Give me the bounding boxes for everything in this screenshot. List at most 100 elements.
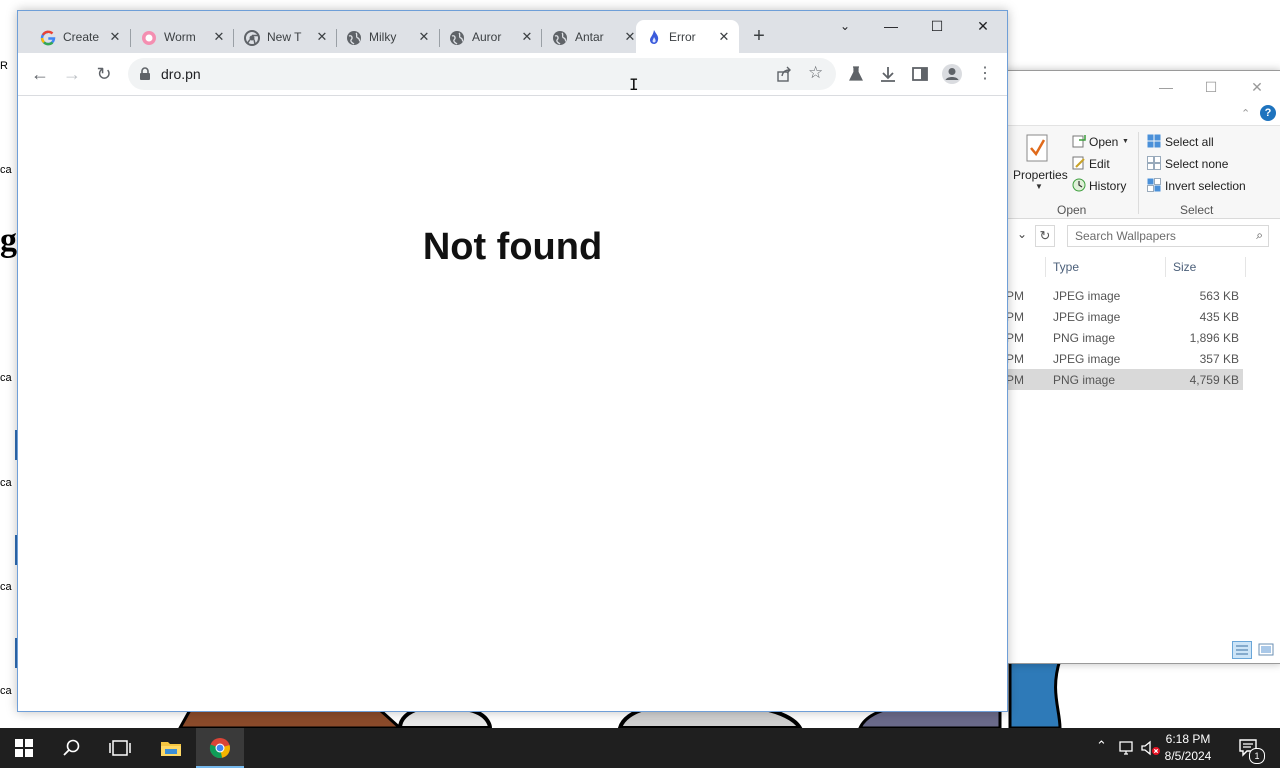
globe-icon [553,31,567,45]
column-divider[interactable] [1245,257,1246,277]
minimize-icon[interactable]: — [868,11,914,41]
file-modified: PM [1006,373,1024,387]
clock-time[interactable]: 6:18 PM [1158,732,1218,746]
tab[interactable]: Milky ✕ [336,21,439,53]
close-icon[interactable]: ✕ [518,28,536,46]
new-tab-button[interactable]: + [748,25,770,47]
select-all-button[interactable]: Select all [1165,135,1214,149]
folder-icon [161,742,181,756]
refresh-icon[interactable]: ↻ [1035,225,1055,247]
open-icon [1072,135,1086,148]
search-icon[interactable]: ⌕ [1256,228,1263,243]
search-button[interactable] [48,728,96,768]
file-type: PNG image [1053,331,1116,345]
maximize-icon[interactable]: ☐ [1197,75,1225,99]
large-icons-view-icon[interactable] [1256,641,1276,659]
close-icon[interactable]: ✕ [210,28,228,46]
profile-avatar-icon[interactable] [941,63,963,85]
file-type: JPEG image [1053,310,1121,324]
bookmark-star-icon[interactable]: ☆ [808,63,823,83]
file-row[interactable]: PM PNG image 1,896 KB [1001,327,1243,348]
select-none-button[interactable]: Select none [1165,157,1228,171]
select-none-icon [1147,156,1161,170]
side-panel-icon[interactable] [912,66,928,82]
file-modified: PM [1006,310,1024,324]
task-view-button[interactable] [96,728,144,768]
reload-icon[interactable]: ↻ [91,61,117,87]
tab-title: Auror [472,30,502,44]
close-icon[interactable]: ✕ [1243,75,1271,99]
close-icon[interactable]: ✕ [715,28,733,46]
chrome-icon [244,30,260,46]
explorer-titlebar[interactable]: — ☐ ✕ [1001,71,1280,103]
share-icon[interactable] [776,66,792,82]
column-divider[interactable] [1045,257,1046,277]
properties-button[interactable]: Properties ▼ [1007,132,1068,196]
properties-icon [1026,134,1048,162]
url-text[interactable]: dro.pn [161,66,201,82]
tab-title: Create [63,30,100,44]
close-window-icon[interactable]: ✕ [960,11,1006,41]
file-type: PNG image [1053,373,1116,387]
tab-active[interactable]: Error ✕ [636,20,739,53]
invert-selection-button[interactable]: Invert selection [1165,179,1246,193]
file-explorer-taskbar-button[interactable] [148,728,196,768]
download-icon[interactable] [879,65,897,83]
help-icon[interactable]: ? [1260,105,1276,121]
file-row[interactable]: PM JPEG image 435 KB [1001,306,1243,327]
collapse-ribbon-icon[interactable]: ⌃ [1241,107,1250,120]
network-icon[interactable] [1118,740,1136,756]
chevron-down-icon: ▼ [1035,182,1043,191]
file-explorer-window: — ☐ ✕ ⌃ ? Properties ▼ Open ▼ Edit Histo… [1000,70,1280,664]
lock-icon[interactable] [139,67,151,81]
start-button[interactable] [0,728,48,768]
tab[interactable]: Auror ✕ [439,21,542,53]
task-view-icon [109,740,131,756]
column-header-size[interactable]: Size [1173,260,1196,274]
column-header-type[interactable]: Type [1053,260,1079,274]
desktop-icon-label[interactable]: R [0,60,16,72]
back-icon[interactable]: ← [27,61,53,87]
search-icon [63,739,80,756]
tab[interactable]: Create ✕ [30,21,130,53]
ribbon-tab-row: ⌃ ? [1001,103,1280,125]
desktop-icon-label[interactable]: ca [0,164,16,176]
details-view-icon[interactable] [1232,641,1252,659]
file-size: 435 KB [1199,310,1239,324]
file-row-selected[interactable]: PM PNG image 4,759 KB [1001,369,1243,390]
desktop-icon-label[interactable]: ca [0,372,16,384]
ribbon-separator [1138,132,1139,214]
file-row[interactable]: PM JPEG image 563 KB [1001,285,1243,306]
minimize-icon[interactable]: — [1152,75,1180,99]
close-icon[interactable]: ✕ [313,28,331,46]
history-button[interactable]: History [1089,179,1126,193]
open-button[interactable]: Open [1089,135,1118,149]
forward-icon[interactable]: → [59,61,85,87]
text-cursor-icon: I [629,75,639,94]
browser-toolbar: ← → ↻ dro.pn ☆ ⋮ [18,53,1007,96]
history-dropdown-icon[interactable]: ⌄ [1017,227,1027,241]
tab[interactable]: Antar ✕ [542,21,645,53]
column-divider[interactable] [1165,257,1166,277]
file-row[interactable]: PM JPEG image 357 KB [1001,348,1243,369]
tray-overflow-icon[interactable]: ⌃ [1096,738,1107,778]
chrome-taskbar-button[interactable] [196,728,244,768]
close-icon[interactable]: ✕ [106,28,124,46]
close-icon[interactable]: ✕ [415,28,433,46]
search-field[interactable]: Search Wallpapers ⌕ [1067,225,1269,247]
clock-date[interactable]: 8/5/2024 [1158,749,1218,763]
notification-center-button[interactable]: 1 [1235,728,1280,768]
column-headers: Type Size [1001,253,1280,281]
chevron-down-icon[interactable]: ▼ [1122,138,1129,145]
select-all-icon [1147,134,1161,148]
menu-kebab-icon[interactable]: ⋮ [972,61,998,87]
address-bar[interactable]: dro.pn ☆ [128,58,836,90]
maximize-icon[interactable]: ☐ [914,11,960,41]
tab[interactable]: Worm ✕ [131,21,234,53]
edit-button[interactable]: Edit [1089,157,1110,171]
tab[interactable]: New T ✕ [234,21,337,53]
labs-flask-icon[interactable] [848,66,864,82]
tab-search-icon[interactable]: ⌄ [822,11,868,41]
globe-icon [450,31,464,45]
desktop-icon-label[interactable]: ca [0,477,16,489]
